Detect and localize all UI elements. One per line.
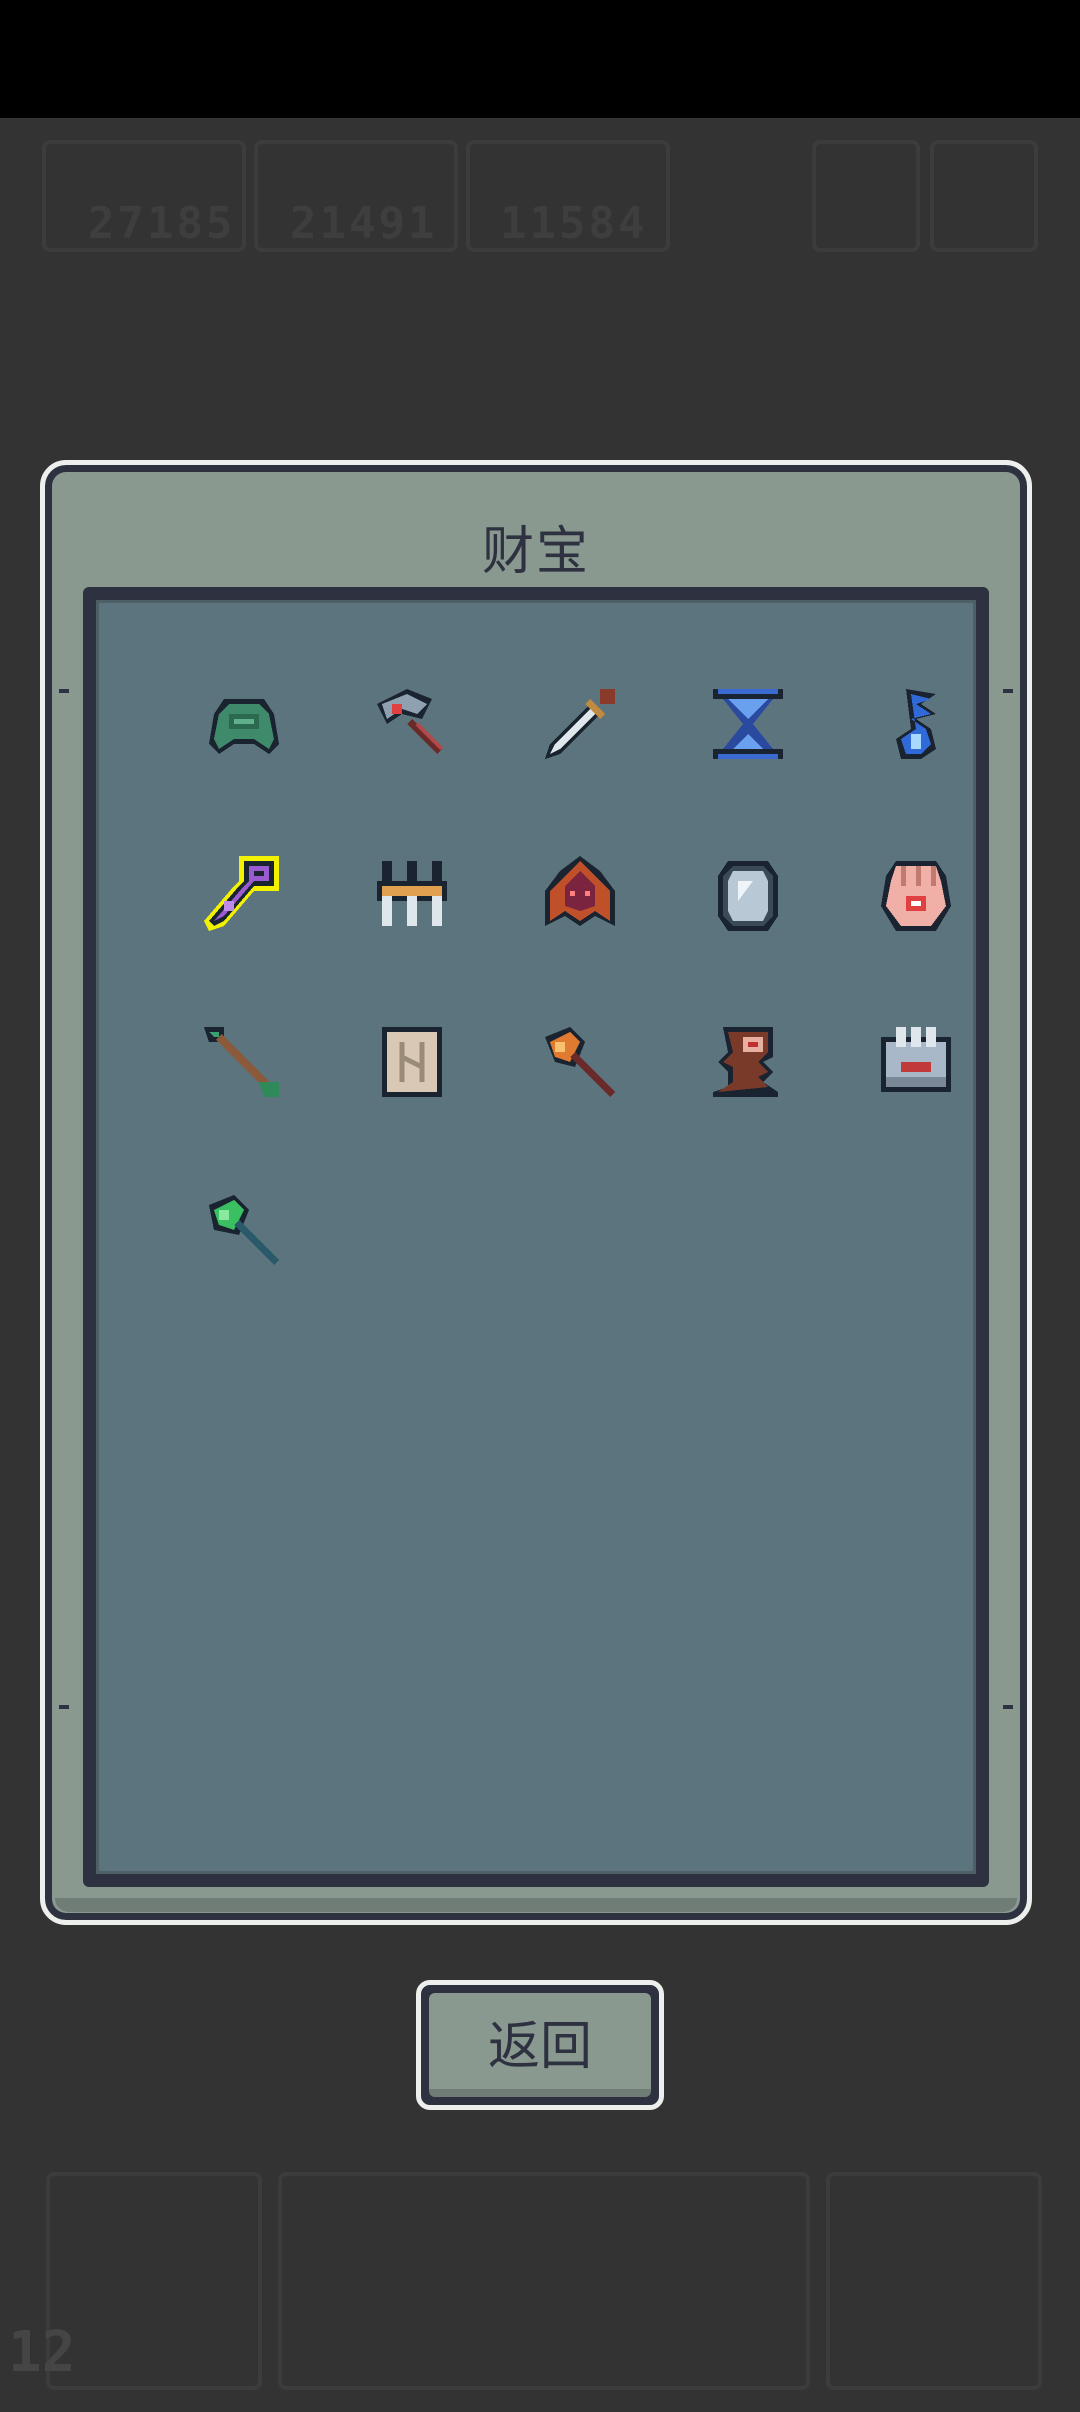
- fire-axe-icon[interactable]: [530, 1012, 630, 1112]
- mirror-icon[interactable]: [698, 846, 798, 946]
- hourglass-icon[interactable]: [698, 674, 798, 774]
- bottom-counter: 12: [8, 2320, 76, 2385]
- treasure-grid: [83, 587, 989, 1887]
- turtle-shell-icon[interactable]: [194, 674, 294, 774]
- green-axe-icon[interactable]: [194, 1180, 294, 1280]
- demon-cloak-icon[interactable]: [530, 846, 630, 946]
- treasure-dialog: 财宝: [40, 460, 1032, 1925]
- resource-value-1: 27185: [88, 198, 236, 249]
- dialog-title: 财宝: [481, 522, 590, 582]
- rune-scroll-icon[interactable]: [362, 1012, 462, 1112]
- arrow-icon[interactable]: [194, 1012, 294, 1112]
- blue-flame-icon[interactable]: [866, 674, 966, 774]
- status-bar: [0, 0, 1080, 118]
- resource-value-3: 11584: [500, 198, 648, 249]
- totem-icon[interactable]: [698, 1012, 798, 1112]
- back-button[interactable]: 返回: [416, 1980, 664, 2110]
- hero-slot: [826, 2172, 1042, 2390]
- back-button-label: 返回: [429, 1993, 651, 2097]
- menu-button: [812, 140, 920, 252]
- golden-claws-icon[interactable]: [362, 846, 462, 946]
- palm-eye-icon[interactable]: [866, 846, 966, 946]
- center-slot: [278, 2172, 810, 2390]
- purple-key-icon[interactable]: [194, 846, 294, 946]
- battle-slot: [46, 2172, 262, 2390]
- dagger-icon[interactable]: [530, 674, 630, 774]
- hammer-icon[interactable]: [362, 674, 462, 774]
- settings-button: [930, 140, 1038, 252]
- resource-value-2: 21491: [290, 198, 438, 249]
- iron-gauntlet-icon[interactable]: [866, 1012, 966, 1112]
